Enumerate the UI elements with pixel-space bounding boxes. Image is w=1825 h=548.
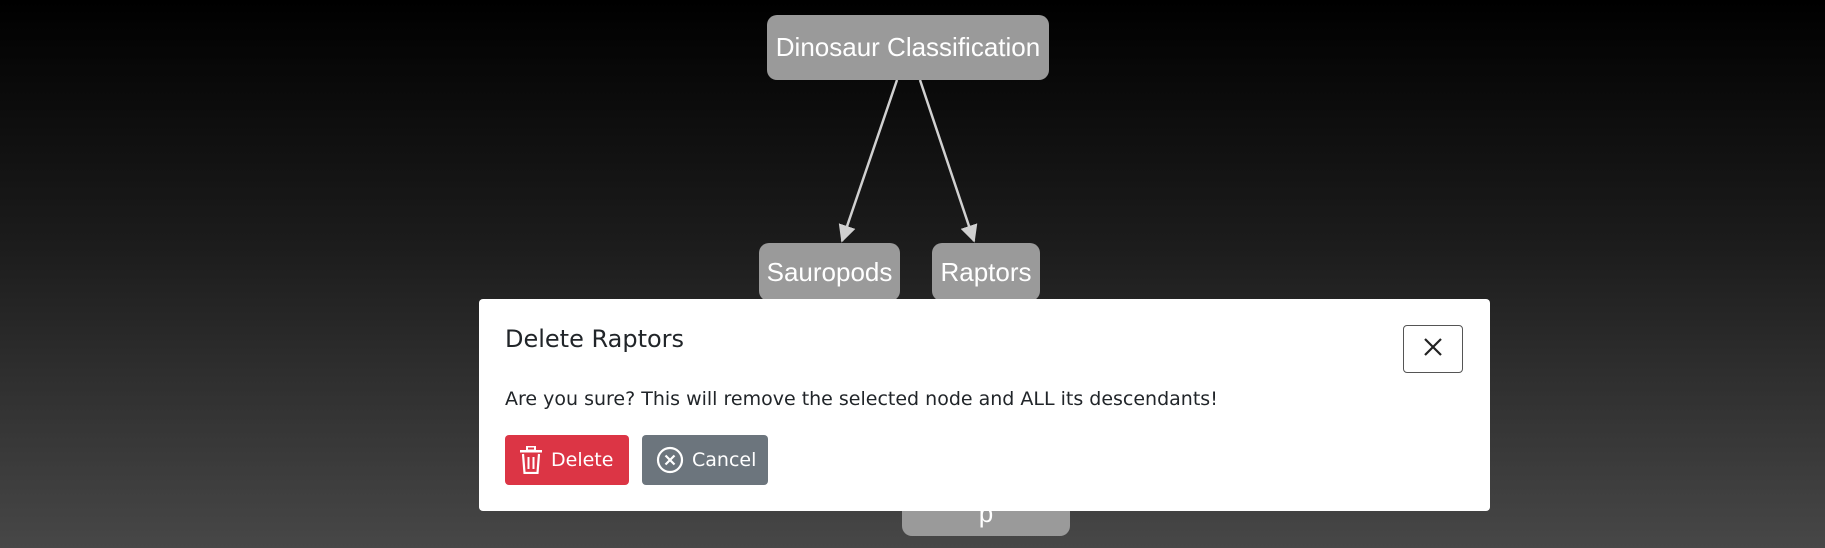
node-root[interactable]: Dinosaur Classification [767, 15, 1049, 80]
node-sauropods[interactable]: Sauropods [759, 243, 900, 301]
x-circle-icon [656, 446, 684, 474]
close-icon [1422, 336, 1444, 362]
edge-root-sauropods [838, 79, 899, 243]
delete-button-label: Delete [551, 449, 614, 471]
delete-confirm-modal: Delete Raptors Are you sure? This will r… [479, 299, 1490, 511]
cancel-button-label: Cancel [692, 449, 757, 471]
modal-title: Delete Raptors [505, 325, 685, 353]
delete-button[interactable]: Delete [505, 435, 629, 485]
node-raptors[interactable]: Raptors [932, 243, 1040, 301]
cancel-button[interactable]: Cancel [642, 435, 768, 485]
edge-root-raptors [918, 79, 978, 243]
trash-icon [519, 446, 543, 474]
close-button[interactable] [1403, 325, 1463, 373]
modal-message: Are you sure? This will remove the selec… [505, 388, 1218, 410]
